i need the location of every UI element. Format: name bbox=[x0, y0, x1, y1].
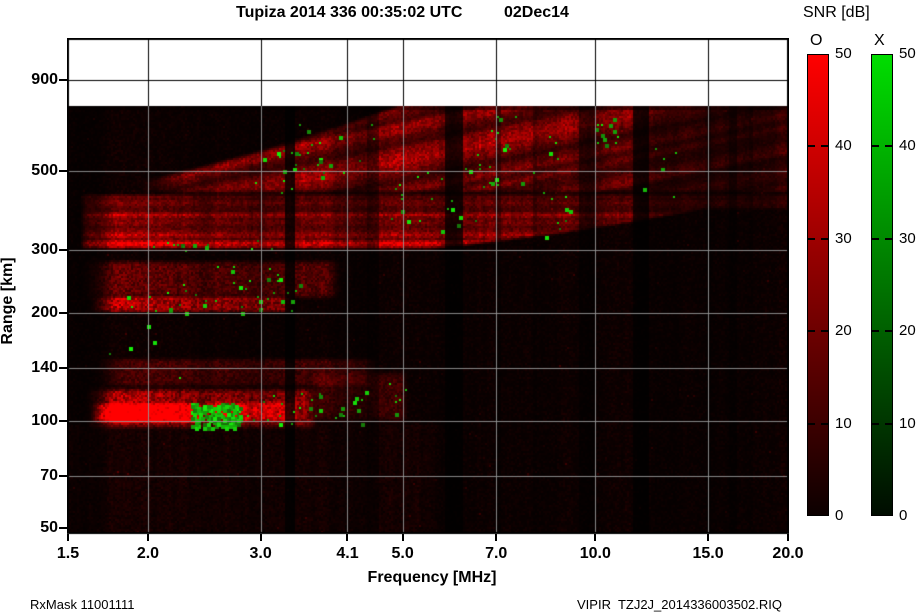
x-tick-mark bbox=[146, 534, 149, 541]
x-axis-title: Frequency [MHz] bbox=[367, 569, 497, 586]
y-tick-label: 140 bbox=[31, 359, 58, 377]
colorbar-x-tick-label: 10 bbox=[899, 414, 916, 432]
x-tick-label: 1.5 bbox=[56, 545, 80, 562]
colorbar-x-tick-label: 0 bbox=[899, 507, 908, 524]
colorbar-x-tick-label: 40 bbox=[899, 137, 916, 155]
colorbar-o-tick-dash bbox=[808, 237, 828, 240]
colorbar-x-tick-dash bbox=[872, 330, 892, 333]
y-tick-label: 70 bbox=[40, 466, 58, 484]
colorbar-x-tick-dash bbox=[872, 422, 892, 425]
x-tick-mark bbox=[346, 534, 349, 541]
y-tick-label: 100 bbox=[31, 411, 58, 429]
colorbar-o-tick-dash bbox=[808, 330, 828, 333]
y-tick-mark bbox=[59, 78, 67, 81]
y-tick-label: 200 bbox=[31, 304, 58, 322]
page-date: 02Dec14 bbox=[504, 4, 569, 21]
colorbar-o-tick-label: 10 bbox=[835, 414, 852, 432]
x-tick-label: 3.0 bbox=[249, 545, 272, 562]
x-tick-label: 4.1 bbox=[336, 545, 359, 562]
x-tick-label: 10.0 bbox=[579, 545, 611, 562]
colorbar-x-tick-dash bbox=[872, 237, 892, 240]
colorbar-o-mode-label: O bbox=[810, 32, 823, 49]
colorbar-o-tick-dash bbox=[808, 422, 828, 425]
y-tick-mark bbox=[59, 419, 67, 422]
x-tick-label: 2.0 bbox=[136, 545, 160, 562]
y-axis-title: Range [km] bbox=[0, 257, 16, 345]
y-tick-mark bbox=[59, 312, 67, 315]
x-tick-mark bbox=[67, 534, 69, 541]
colorbar-o-tick-label: 50 bbox=[835, 45, 852, 62]
colorbar-x-tick-label: 20 bbox=[899, 322, 916, 340]
y-tick-label: 300 bbox=[31, 241, 58, 259]
y-tick-mark bbox=[59, 367, 67, 370]
footer-rxmask: RxMask 11001111 bbox=[30, 597, 135, 612]
colorbar-o-tick-label: 20 bbox=[835, 322, 852, 340]
y-tick-label: 500 bbox=[31, 162, 58, 180]
colorbar-o-tick-dash bbox=[808, 145, 828, 148]
page-title: Tupiza 2014 336 00:35:02 UTC bbox=[236, 4, 463, 21]
colorbar-x-tick-label: 50 bbox=[899, 45, 916, 62]
colorbar-o-bar bbox=[807, 54, 829, 516]
ionogram-plot-canvas bbox=[67, 38, 789, 535]
x-tick-mark bbox=[594, 534, 597, 541]
x-tick-mark bbox=[401, 534, 404, 541]
y-tick-label: 900 bbox=[31, 70, 58, 88]
y-tick-mark bbox=[59, 474, 67, 477]
x-tick-label: 5.0 bbox=[391, 545, 414, 562]
x-tick-mark bbox=[707, 534, 710, 541]
x-tick-label: 15.0 bbox=[692, 545, 724, 562]
x-tick-mark bbox=[259, 534, 262, 541]
y-tick-mark bbox=[59, 527, 67, 529]
colorbar-x-tick-label: 30 bbox=[899, 229, 916, 247]
colorbar-x-bar bbox=[871, 54, 893, 516]
y-tick-label: 50 bbox=[40, 519, 58, 536]
colorbar-title: SNR [dB] bbox=[803, 4, 870, 21]
x-tick-label: 7.0 bbox=[485, 545, 508, 562]
y-tick-mark bbox=[59, 249, 67, 252]
x-tick-mark bbox=[495, 534, 498, 541]
ionogram-figure: Tupiza 2014 336 00:35:02 UTC 02Dec14 SNR… bbox=[0, 0, 922, 614]
colorbar-x-mode-label: X bbox=[874, 32, 885, 49]
colorbar-o-tick-label: 40 bbox=[835, 137, 852, 155]
footer-filename: VIPIR TZJ2J_2014336003502.RIQ bbox=[577, 597, 782, 612]
y-tick-mark bbox=[59, 170, 67, 173]
x-tick-label: 20.0 bbox=[772, 545, 804, 562]
x-tick-mark bbox=[787, 534, 789, 541]
colorbar-o-tick-label: 30 bbox=[835, 229, 852, 247]
colorbar-x-tick-dash bbox=[872, 145, 892, 148]
colorbar-o-tick-label: 0 bbox=[835, 507, 844, 524]
